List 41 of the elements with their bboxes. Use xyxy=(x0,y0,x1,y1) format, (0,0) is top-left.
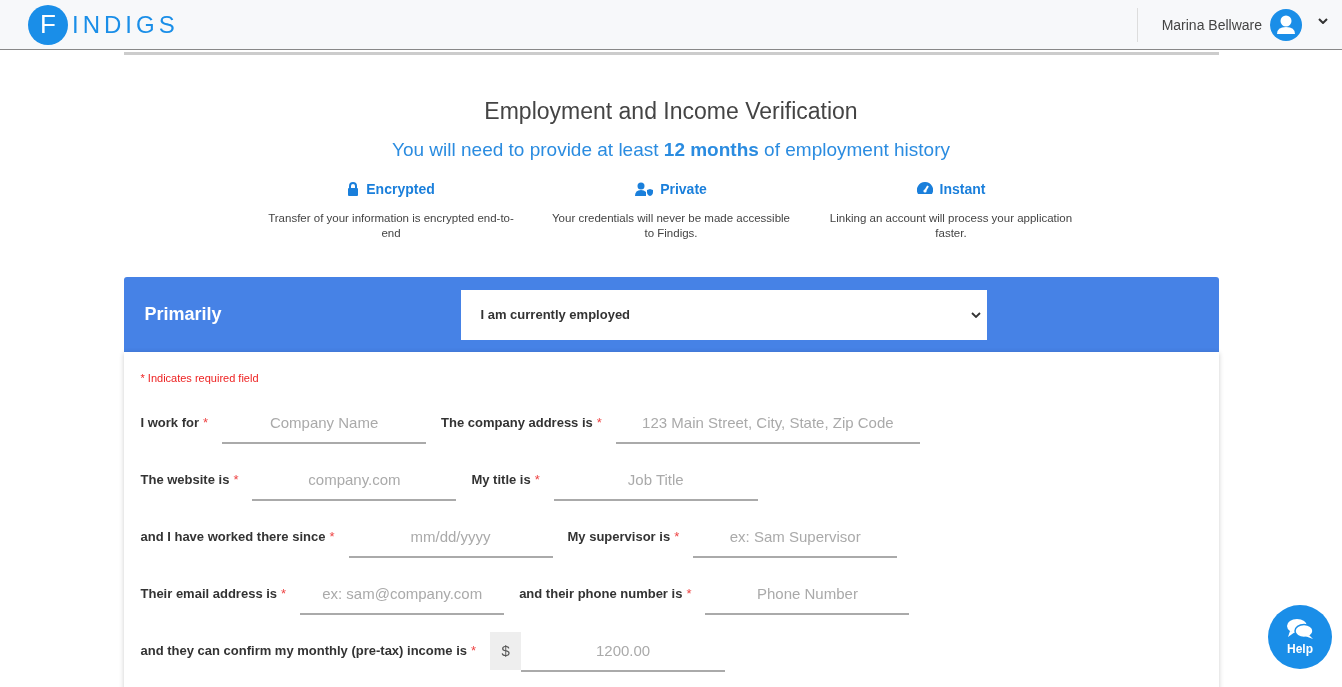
feature-description: Transfer of your information is encrypted end-to-end xyxy=(267,211,515,241)
chevron-down-icon xyxy=(970,311,981,318)
field-label: The website is xyxy=(140,472,230,487)
chat-bubbles-icon xyxy=(1286,618,1314,640)
feature-description: Linking an account will process your application faster. xyxy=(828,211,1074,241)
field-label: and I have worked there since xyxy=(140,529,326,544)
gauge-icon xyxy=(916,182,933,196)
currency-prefix: $ xyxy=(490,631,522,670)
user-shield-icon xyxy=(635,182,654,196)
help-button[interactable]: Help xyxy=(1268,605,1332,669)
required-asterisk: * xyxy=(471,643,477,658)
feature-description: Your credentials will never be made accessible to Findigs. xyxy=(551,211,791,241)
field-label: Their email address is xyxy=(140,586,278,601)
page-title: Employment and Income Verification xyxy=(483,98,859,125)
field-label: My supervisor is xyxy=(567,529,671,544)
required-asterisk: * xyxy=(203,415,209,430)
required-note: * Indicates required field xyxy=(140,372,260,384)
field-label: The company address is xyxy=(441,415,593,430)
required-asterisk: * xyxy=(596,415,602,430)
required-asterisk: * xyxy=(233,472,239,487)
required-asterisk: * xyxy=(674,529,680,544)
feature-title: Encrypted xyxy=(366,181,435,197)
field-label: I work for xyxy=(140,415,199,430)
required-asterisk: * xyxy=(329,529,335,544)
logo-text[interactable]: INDIGS xyxy=(72,10,179,39)
lock-icon xyxy=(347,182,360,196)
avatar-icon[interactable] xyxy=(1270,8,1302,41)
required-asterisk: * xyxy=(281,586,287,601)
caret-icon[interactable] xyxy=(1318,17,1328,24)
field-label: My title is xyxy=(471,472,531,487)
card-title: Primarily xyxy=(144,304,223,325)
feature-title: Instant xyxy=(939,181,986,197)
field-label: and their phone number is xyxy=(519,586,683,601)
required-asterisk: * xyxy=(686,586,692,601)
employment-status-select[interactable]: I am currently employed xyxy=(460,289,987,340)
page-subtitle: You will need to provide at least 12 months of employment history xyxy=(391,139,951,161)
user-name[interactable]: Marina Bellware xyxy=(1161,16,1262,33)
required-asterisk: * xyxy=(534,472,540,487)
feature-title: Private xyxy=(660,181,707,197)
field-label: and they can confirm my monthly (pre-tax) income is xyxy=(140,643,467,658)
logo-mark[interactable]: F xyxy=(28,4,68,45)
